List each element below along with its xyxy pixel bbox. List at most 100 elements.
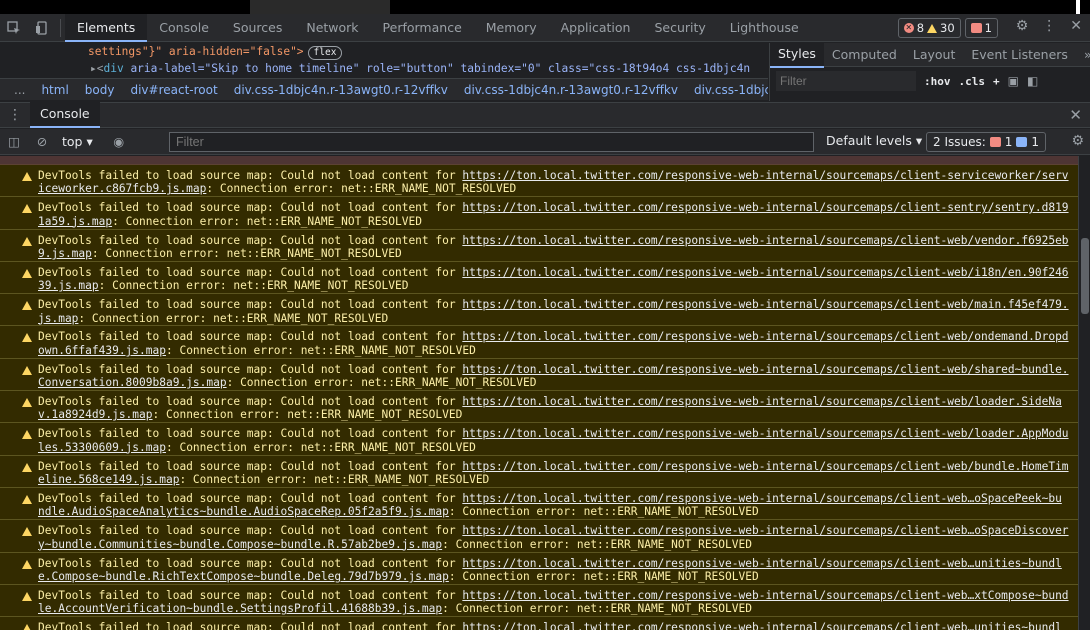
console-warning-message[interactable]: DevTools failed to load source map: Coul…	[0, 262, 1078, 295]
breadcrumb-div-2[interactable]: div.css-1dbjc4n.r-13awgt0.r-12vffkv	[456, 83, 686, 97]
source-map-link-cont[interactable]: eline.568ce149.js.map	[38, 473, 179, 486]
source-map-link-cont[interactable]: iceworker.c867fcb9.js.map	[38, 182, 206, 195]
console-warning-message[interactable]: DevTools failed to load source map: Coul…	[0, 423, 1078, 456]
source-map-link[interactable]: https://ton.local.twitter.com/responsive…	[462, 234, 1068, 247]
source-map-link[interactable]: https://ton.local.twitter.com/responsive…	[462, 460, 1068, 473]
source-map-link-cont[interactable]: Conversation.8009b8a9.js.map	[38, 376, 227, 389]
more-options-icon[interactable]: ⋮	[1042, 18, 1056, 34]
eye-icon[interactable]: ◉	[105, 134, 133, 149]
context-selector[interactable]: top ▾	[56, 134, 99, 149]
flex-badge[interactable]: flex	[307, 46, 343, 60]
console-warning-message[interactable]: DevTools failed to load source map: Coul…	[0, 617, 1078, 630]
tab-computed[interactable]: Computed	[824, 43, 905, 67]
breadcrumb-div-1[interactable]: div.css-1dbjc4n.r-13awgt0.r-12vffkv	[226, 83, 456, 97]
scrollbar-thumb[interactable]	[1081, 238, 1089, 314]
source-map-link[interactable]: https://ton.local.twitter.com/responsive…	[462, 492, 1061, 505]
tab-network[interactable]: Network	[294, 14, 370, 42]
issues-info-count: 1	[1031, 135, 1040, 149]
source-map-link[interactable]: https://ton.local.twitter.com/responsive…	[462, 395, 1061, 408]
log-levels-dropdown[interactable]: Default levels ▾	[826, 133, 922, 148]
tab-layout[interactable]: Layout	[905, 43, 964, 67]
source-map-link-cont[interactable]: y~bundle.Communities~bundle.Compose~bund…	[38, 538, 442, 551]
console-warning-message[interactable]: DevTools failed to load source map: Coul…	[0, 294, 1078, 327]
tab-event-listeners[interactable]: Event Listeners	[963, 43, 1076, 67]
breadcrumb: ... html body div#react-root div.css-1db…	[0, 78, 768, 100]
console-warning-message[interactable]: DevTools failed to load source map: Coul…	[0, 165, 1078, 198]
styles-filter-input[interactable]	[776, 71, 916, 91]
errors-warnings-counter[interactable]: ✕ 8 30	[897, 18, 961, 38]
source-map-link-cont[interactable]: le.AccountVerification~bundle.SettingsPr…	[38, 602, 442, 615]
drawer-tab-console[interactable]: Console	[30, 102, 100, 128]
source-map-link[interactable]: https://ton.local.twitter.com/responsive…	[462, 589, 1068, 602]
sidebar-show-icon[interactable]: ◫	[0, 134, 28, 149]
tab-sources[interactable]: Sources	[221, 14, 294, 42]
source-map-link-cont[interactable]: ndle.AudioSpaceAnalytics~bundle.AudioSpa…	[38, 505, 449, 518]
source-map-link-cont[interactable]: 1a59.js.map	[38, 215, 112, 228]
hover-state-button[interactable]: :hov	[924, 75, 951, 88]
source-map-link[interactable]: https://ton.local.twitter.com/responsive…	[462, 557, 1061, 570]
console-warning-message[interactable]: DevTools failed to load source map: Coul…	[0, 391, 1078, 424]
dom-line-2[interactable]: ▸<div aria-label="Skip to home timeline"…	[90, 62, 750, 75]
console-settings-gear-icon[interactable]: ⚙	[1071, 133, 1084, 149]
breadcrumb-div-3[interactable]: div.css-1dbjc4n.r-18u	[686, 83, 768, 97]
source-map-link[interactable]: https://ton.local.twitter.com/responsive…	[462, 298, 1068, 311]
source-map-link-cont[interactable]: js.map	[38, 312, 78, 325]
device-toolbar-icon[interactable]	[28, 14, 56, 42]
console-warning-message[interactable]: DevTools failed to load source map: Coul…	[0, 456, 1078, 488]
tab-styles[interactable]: Styles	[770, 41, 824, 68]
issues-counter[interactable]: 1	[964, 18, 998, 38]
console-scrollbar[interactable]	[1078, 156, 1090, 630]
source-map-link[interactable]: https://ton.local.twitter.com/responsive…	[462, 363, 1068, 376]
dom-line-1[interactable]: settings"}" aria-hidden="false"> flex	[88, 45, 343, 60]
message-error-text: : Connection error: net::ERR_NAME_NOT_RE…	[442, 602, 752, 616]
source-map-link-cont[interactable]: 39.js.map	[38, 279, 99, 292]
source-map-link[interactable]: https://ton.local.twitter.com/responsive…	[462, 201, 1068, 214]
console-warning-message[interactable]: DevTools failed to load source map: Coul…	[0, 520, 1078, 553]
breadcrumb-html[interactable]: html	[33, 83, 76, 97]
class-toggle-button[interactable]: .cls	[959, 75, 986, 88]
source-map-link[interactable]: https://ton.local.twitter.com/responsive…	[462, 330, 1068, 343]
source-map-link-cont[interactable]: e.Compose~bundle.RichTextCompose~bundle.…	[38, 570, 449, 583]
console-warning-message[interactable]: DevTools failed to load source map: Coul…	[0, 230, 1078, 262]
source-map-link[interactable]: https://ton.local.twitter.com/responsive…	[462, 169, 1068, 182]
sidebar-toggle-icon[interactable]: ◧	[1027, 74, 1038, 88]
clear-console-icon[interactable]: ⊘	[28, 134, 56, 149]
close-drawer-icon[interactable]: ✕	[1069, 106, 1082, 124]
more-tabs-chevron-icon[interactable]: »	[1076, 43, 1090, 67]
console-warning-message[interactable]: DevTools failed to load source map: Coul…	[0, 197, 1078, 230]
tab-performance[interactable]: Performance	[371, 14, 474, 42]
source-map-link-cont[interactable]: v.1a8924d9.js.map	[38, 408, 153, 421]
source-map-link-cont[interactable]: own.6ffaf439.js.map	[38, 344, 166, 357]
tab-security[interactable]: Security	[642, 14, 717, 42]
new-style-rule-button[interactable]: +	[993, 75, 1000, 88]
source-map-link[interactable]: https://ton.local.twitter.com/responsive…	[462, 621, 1061, 630]
tab-memory[interactable]: Memory	[474, 14, 549, 42]
warning-icon	[22, 204, 32, 214]
console-warning-message[interactable]: DevTools failed to load source map: Coul…	[0, 553, 1078, 585]
source-map-link-cont[interactable]: les.53300609.js.map	[38, 441, 166, 454]
message-text: DevTools failed to load source map: Coul…	[38, 556, 463, 570]
tab-console[interactable]: Console	[147, 14, 221, 42]
breadcrumb-react-root[interactable]: div#react-root	[122, 83, 225, 97]
paint-brush-icon[interactable]: ▣	[1008, 74, 1019, 88]
close-devtools-icon[interactable]: ✕	[1070, 18, 1082, 34]
tab-lighthouse[interactable]: Lighthouse	[718, 14, 811, 42]
source-map-link[interactable]: https://ton.local.twitter.com/responsive…	[462, 524, 1068, 537]
breadcrumb-body[interactable]: body	[77, 83, 123, 97]
source-map-link[interactable]: https://ton.local.twitter.com/responsive…	[462, 266, 1068, 279]
inspect-element-icon[interactable]	[0, 14, 28, 42]
tab-elements[interactable]: Elements	[65, 13, 148, 42]
console-warning-message[interactable]: DevTools failed to load source map: Coul…	[0, 488, 1078, 521]
settings-gear-icon[interactable]: ⚙	[1016, 18, 1029, 34]
source-map-link[interactable]: https://ton.local.twitter.com/responsive…	[462, 427, 1068, 440]
console-filter-input[interactable]	[169, 132, 814, 152]
console-warning-message[interactable]: DevTools failed to load source map: Coul…	[0, 326, 1078, 359]
console-warning-message[interactable]: DevTools failed to load source map: Coul…	[0, 359, 1078, 392]
tab-application[interactable]: Application	[549, 14, 643, 42]
drawer-menu-icon[interactable]: ⋮	[0, 107, 30, 123]
issue-info-icon	[1016, 137, 1028, 147]
source-map-link-cont[interactable]: 9.js.map	[38, 247, 92, 260]
console-warning-message[interactable]: DevTools failed to load source map: Coul…	[0, 585, 1078, 618]
breadcrumb-overflow[interactable]: ...	[0, 83, 33, 97]
console-issues-button[interactable]: 2 Issues: 1 1	[926, 132, 1047, 152]
